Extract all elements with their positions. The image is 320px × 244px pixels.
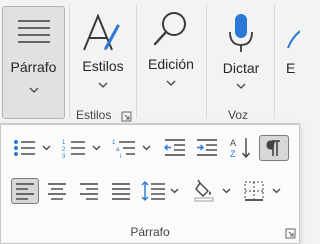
align-left-icon bbox=[16, 183, 34, 200]
dictate-button[interactable]: Dictar bbox=[212, 0, 270, 105]
paragraph-lines-icon bbox=[18, 20, 50, 43]
dialog-launcher-icon[interactable] bbox=[121, 111, 132, 122]
align-center-icon bbox=[48, 183, 66, 200]
editor-label: E bbox=[286, 60, 296, 76]
svg-text:1: 1 bbox=[112, 140, 116, 146]
center-button[interactable] bbox=[43, 178, 71, 204]
dialog-launcher-icon[interactable] bbox=[285, 228, 296, 239]
ribbon: Párrafo Estilos Estilos Edición Dictar V… bbox=[0, 0, 300, 124]
sort-az-icon: A Z bbox=[230, 138, 251, 159]
paragraph-popup: 1 2 3 1 a i A Z Párrafo bbox=[0, 124, 300, 244]
justify-icon bbox=[112, 183, 130, 200]
paragraph-popup-title: Párrafo bbox=[130, 225, 170, 239]
align-left-button[interactable] bbox=[11, 178, 39, 204]
align-right-button[interactable] bbox=[75, 178, 103, 204]
svg-text:2: 2 bbox=[62, 147, 66, 153]
editor-pen-icon bbox=[287, 30, 300, 49]
group-separator bbox=[274, 4, 275, 118]
group-separator bbox=[206, 4, 207, 118]
search-icon bbox=[153, 12, 186, 46]
editing-button[interactable]: Edición bbox=[140, 0, 202, 105]
svg-text:1: 1 bbox=[62, 140, 66, 146]
sort-button[interactable]: A Z bbox=[227, 135, 255, 161]
align-right-icon bbox=[80, 183, 98, 200]
chevron-down-icon bbox=[166, 80, 176, 86]
editing-label: Edición bbox=[148, 56, 194, 72]
borders-icon bbox=[244, 181, 281, 201]
chevron-down-icon bbox=[236, 83, 246, 89]
styles-button[interactable]: Estilos bbox=[74, 0, 132, 105]
justify-button[interactable] bbox=[107, 178, 135, 204]
increase-indent-icon bbox=[197, 139, 217, 156]
paragraph-group-label: Párrafo bbox=[10, 59, 57, 75]
microphone-icon bbox=[229, 14, 253, 52]
svg-text:i: i bbox=[120, 154, 121, 160]
styles-group-label: Estilos bbox=[76, 108, 112, 122]
bullets-button[interactable] bbox=[9, 135, 55, 161]
svg-text:a: a bbox=[116, 147, 120, 153]
show-formatting-marks-button[interactable] bbox=[259, 135, 289, 161]
group-separator bbox=[69, 4, 70, 118]
paragraph-group-button[interactable]: Párrafo bbox=[2, 6, 65, 119]
chevron-down-icon bbox=[98, 82, 108, 88]
pilcrow-icon bbox=[266, 140, 280, 156]
editor-button[interactable]: E bbox=[280, 0, 300, 105]
bullets-icon bbox=[14, 140, 51, 156]
dictate-label: Dictar bbox=[222, 60, 260, 76]
svg-text:3: 3 bbox=[62, 154, 66, 160]
shading-button[interactable] bbox=[191, 178, 235, 204]
styles-label: Estilos bbox=[82, 58, 124, 74]
paint-bucket-icon bbox=[194, 179, 231, 202]
decrease-indent-icon bbox=[164, 139, 185, 156]
chevron-down-icon bbox=[29, 87, 38, 93]
svg-text:Z: Z bbox=[230, 149, 236, 159]
numbering-button[interactable]: 1 2 3 bbox=[59, 135, 105, 161]
decrease-indent-button[interactable] bbox=[161, 135, 189, 161]
svg-text:A: A bbox=[230, 138, 236, 148]
line-spacing-icon bbox=[141, 181, 179, 201]
increase-indent-button[interactable] bbox=[193, 135, 221, 161]
multilevel-list-button[interactable]: 1 a i bbox=[109, 135, 155, 161]
group-separator bbox=[136, 4, 137, 118]
borders-button[interactable] bbox=[241, 178, 287, 204]
line-spacing-button[interactable] bbox=[139, 178, 183, 204]
voice-group-label: Voz bbox=[228, 108, 249, 122]
multilevel-list-icon: 1 a i bbox=[112, 140, 151, 160]
numbering-icon: 1 2 3 bbox=[62, 140, 101, 160]
styles-icon bbox=[83, 13, 120, 51]
